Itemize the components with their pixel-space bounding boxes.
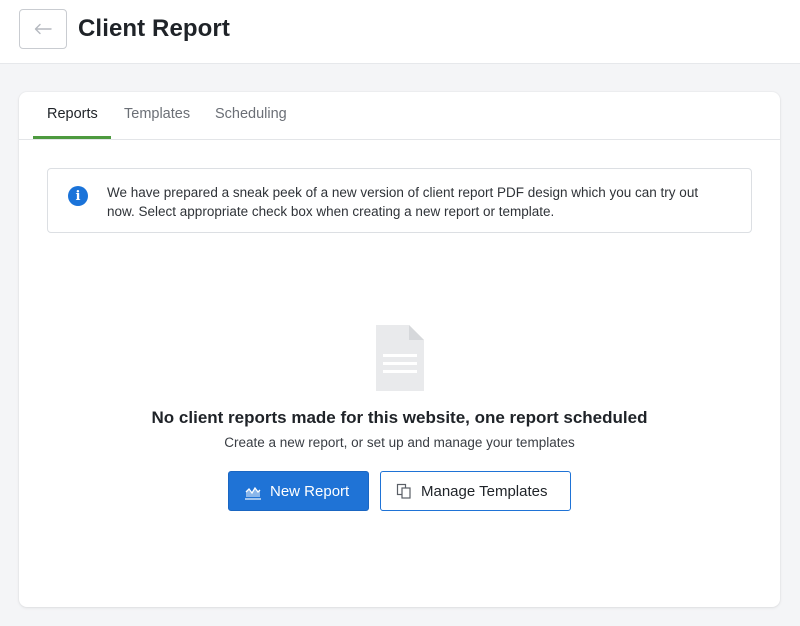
back-button[interactable] — [19, 9, 67, 49]
tab-templates[interactable]: Templates — [124, 106, 190, 122]
info-icon: i — [68, 186, 88, 206]
new-report-label: New Report — [270, 483, 350, 500]
report-card: Reports Templates Scheduling i We have p… — [19, 92, 780, 607]
empty-state-subtitle: Create a new report, or set up and manag… — [224, 435, 575, 450]
chart-icon — [245, 486, 261, 500]
tab-reports[interactable]: Reports — [47, 106, 98, 122]
new-report-button[interactable]: New Report — [228, 471, 369, 511]
empty-state-title: No client reports made for this website,… — [151, 408, 648, 427]
arrow-left-icon — [34, 23, 52, 35]
info-text-line-1: We have prepared a sneak peek of a new v… — [107, 185, 699, 200]
document-icon — [376, 325, 424, 391]
manage-templates-label: Manage Templates — [421, 483, 548, 500]
copy-icon — [396, 483, 411, 499]
manage-templates-button[interactable]: Manage Templates — [380, 471, 571, 511]
tab-bar: Reports Templates Scheduling — [19, 92, 780, 140]
info-banner: i We have prepared a sneak peek of a new… — [47, 168, 752, 233]
active-tab-indicator — [33, 136, 111, 139]
info-text: We have prepared a sneak peek of a new v… — [107, 183, 737, 221]
page-title: Client Report — [78, 15, 230, 42]
tab-scheduling[interactable]: Scheduling — [215, 106, 287, 122]
top-bar: Client Report — [0, 0, 800, 64]
info-text-line-2: now. Select appropriate check box when c… — [107, 204, 555, 219]
